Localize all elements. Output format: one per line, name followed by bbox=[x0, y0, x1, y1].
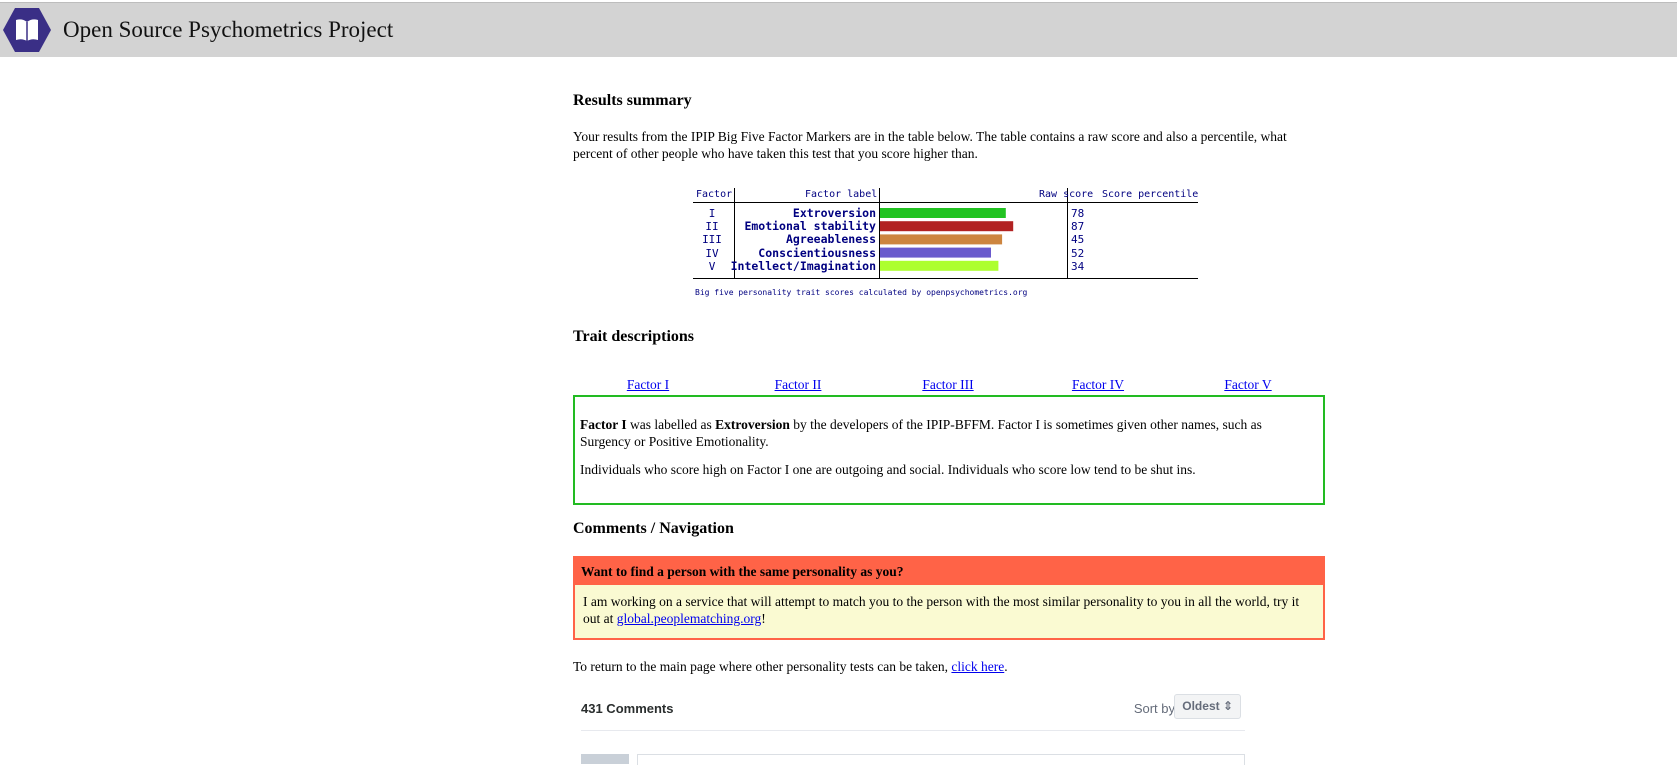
trait-description-detail: Individuals who score high on Factor I o… bbox=[580, 462, 1196, 477]
score-percentile: 34 bbox=[1071, 259, 1085, 273]
comment-count: 431 Comments bbox=[581, 701, 674, 716]
score-bar bbox=[880, 208, 1006, 218]
factor-label: Emotional stability bbox=[744, 219, 876, 234]
score-bar bbox=[880, 221, 1014, 232]
factor-label: Intellect/Imagination bbox=[730, 258, 876, 273]
tab-factor-2[interactable]: Factor II bbox=[723, 375, 873, 395]
tab-factor-3[interactable]: Factor III bbox=[873, 375, 1023, 395]
score-percentile: 52 bbox=[1071, 246, 1085, 260]
score-percentile: 87 bbox=[1071, 220, 1085, 234]
score-bar bbox=[880, 234, 1003, 245]
tab-factor-4[interactable]: Factor IV bbox=[1023, 375, 1173, 395]
site-title[interactable]: Open Source Psychometrics Project bbox=[63, 17, 393, 43]
score-bar bbox=[880, 247, 991, 258]
sort-dropdown[interactable]: Oldest ⇕ bbox=[1174, 694, 1241, 719]
tab-factor-5[interactable]: Factor V bbox=[1173, 375, 1323, 395]
factor-label: Agreeableness bbox=[785, 232, 876, 247]
column-header-score-percentile: Score percentile bbox=[1102, 189, 1199, 200]
tab-factor-1[interactable]: Factor I bbox=[573, 375, 723, 395]
promo-text: I am working on a service that will atte… bbox=[583, 594, 1300, 626]
return-text: To return to the main page where other p… bbox=[573, 659, 1008, 674]
factor-label: Extroversion bbox=[792, 206, 876, 220]
promo-title: Want to find a person with the same pers… bbox=[575, 558, 1323, 585]
factor-label: Extroversion bbox=[715, 417, 790, 432]
site-header: Open Source Psychometrics Project bbox=[0, 2, 1677, 57]
factor-label: Conscientiousness bbox=[758, 245, 876, 260]
score-chart: Factor Factor label Raw score Score perc… bbox=[693, 188, 1198, 300]
matching-promo-box: Want to find a person with the same pers… bbox=[573, 556, 1325, 640]
column-header-raw-score: Raw score bbox=[1039, 189, 1094, 200]
results-heading: Results summary bbox=[573, 92, 692, 109]
factor-name: Factor I bbox=[580, 417, 627, 432]
comments-section: 431 Comments Sort by Oldest ⇕ bbox=[581, 694, 1245, 765]
score-bar bbox=[880, 260, 999, 271]
score-percentile: 78 bbox=[1071, 207, 1085, 220]
trait-tabs: Factor I Factor II Factor III Factor IV … bbox=[573, 375, 1325, 395]
score-percentile: 45 bbox=[1071, 233, 1085, 247]
column-header-factor-label: Factor label bbox=[805, 189, 878, 200]
trait-description-panel: Factor I was labelled as Extroversion by… bbox=[573, 395, 1325, 505]
chart-caption: Big five personality trait scores calcul… bbox=[695, 288, 1028, 297]
comments-divider bbox=[581, 730, 1245, 731]
traits-heading: Trait descriptions bbox=[573, 328, 695, 345]
sort-label: Sort by bbox=[1133, 701, 1175, 716]
column-header-factor: Factor bbox=[696, 189, 733, 200]
trait-description-text: Factor I was labelled as Extroversion by… bbox=[580, 417, 1262, 449]
click-here-link[interactable]: click here bbox=[951, 659, 1004, 674]
book-logo-icon[interactable] bbox=[2, 6, 52, 54]
results-intro: Your results from the IPIP Big Five Fact… bbox=[573, 129, 1287, 161]
avatar bbox=[581, 754, 629, 764]
peoplematching-link[interactable]: global.peoplematching.org bbox=[617, 611, 761, 626]
comments-nav-heading: Comments / Navigation bbox=[573, 520, 734, 537]
